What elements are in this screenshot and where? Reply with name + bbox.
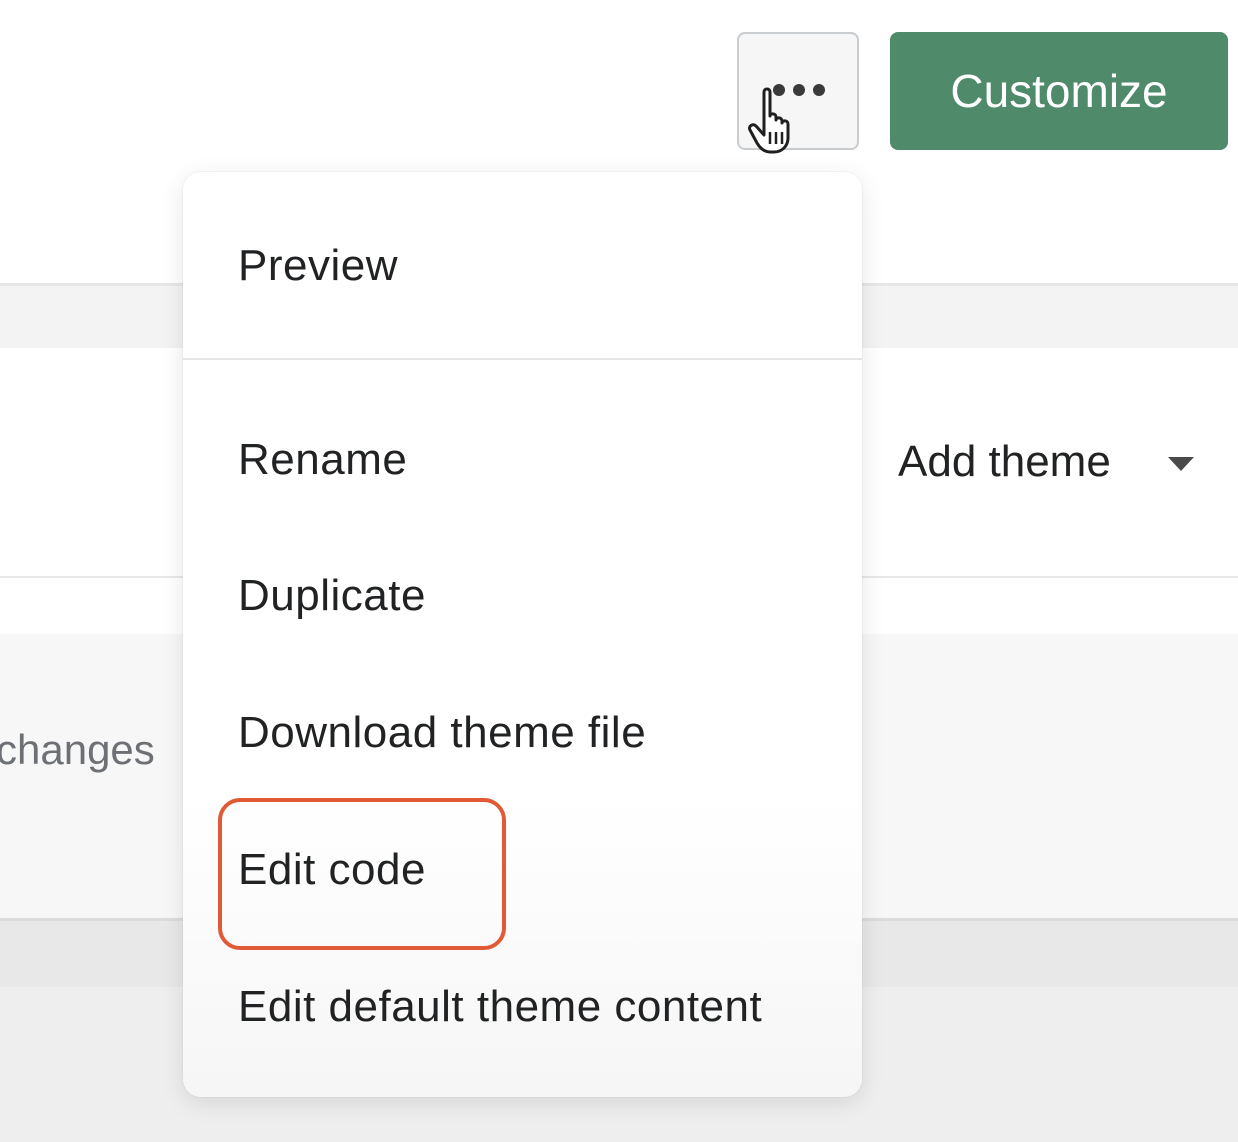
menu-item-rename[interactable]: Rename xyxy=(238,430,407,490)
caret-down-icon xyxy=(1168,457,1194,471)
menu-item-edit-default-theme-content[interactable]: Edit default theme content xyxy=(238,977,762,1037)
hand-pointer-icon xyxy=(748,87,790,154)
add-theme-label: Add theme xyxy=(898,437,1111,486)
menu-item-download-theme-file[interactable]: Download theme file xyxy=(238,703,646,763)
add-theme-button[interactable]: Add theme xyxy=(898,430,1194,494)
menu-divider xyxy=(183,358,862,360)
menu-item-duplicate[interactable]: Duplicate xyxy=(238,566,426,626)
menu-item-preview[interactable]: Preview xyxy=(238,236,398,296)
theme-actions-menu: Preview Rename Duplicate Download theme … xyxy=(183,172,862,1097)
customize-button[interactable]: Customize xyxy=(890,32,1228,150)
edit-code-highlight-box xyxy=(218,798,506,950)
theme-status-text: changes xyxy=(0,726,155,773)
